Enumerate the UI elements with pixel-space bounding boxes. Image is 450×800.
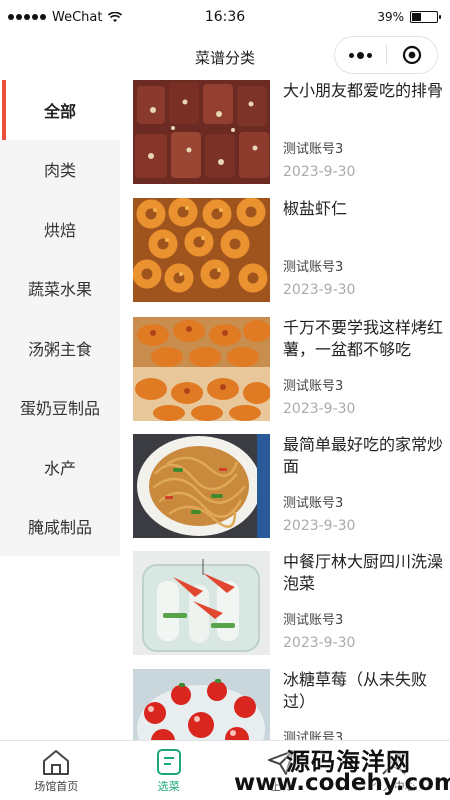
tab-home-label: 场馆首页 (34, 779, 79, 793)
recipe-thumbnail (133, 551, 270, 655)
recipe-info: 大小朋友都爱吃的排骨 测试账号3 2023-9-30 (270, 80, 448, 184)
page-title: 菜谱分类 (194, 48, 255, 67)
recipe-author: 测试账号3 (283, 260, 344, 275)
recipe-item[interactable]: 中餐厅林大厨四川洗澡泡菜 测试账号3 2023-9-30 (133, 551, 448, 655)
carrier-label: WeChat (52, 9, 103, 25)
sidebar-item-baking[interactable]: 烘焙 (0, 199, 120, 259)
recipe-info: 冰糖草莓（从未失败过） 测试账号3 (270, 669, 448, 740)
sidebar-item-vegetables-fruits[interactable]: 蔬菜水果 (0, 259, 120, 319)
recipe-date: 2023-9-30 (283, 518, 356, 534)
recipe-date: 2023-9-30 (283, 164, 356, 180)
recipe-title: 大小朋友都爱吃的排骨 (283, 81, 444, 100)
signal-icon (8, 14, 46, 20)
recipe-thumbnail (133, 317, 270, 421)
sidebar-item-meat[interactable]: 肉类 (0, 140, 120, 200)
recipe-thumbnail (133, 669, 270, 740)
recipe-author: 测试账号3 (283, 731, 344, 740)
target-close-icon (402, 45, 421, 65)
recipe-info: 中餐厅林大厨四川洗澡泡菜 测试账号3 2023-9-30 (270, 551, 448, 655)
sidebar-item-all[interactable]: 全部 (0, 80, 120, 140)
recipe-date: 2023-9-30 (283, 282, 356, 298)
tab-home[interactable]: 场馆首页 (0, 741, 113, 800)
home-icon (43, 749, 70, 775)
sidebar-item-egg-dairy-soy[interactable]: 蛋奶豆制品 (0, 378, 120, 438)
recipe-author: 测试账号3 (283, 142, 344, 157)
recipe-date: 2023-9-30 (283, 401, 356, 417)
sidebar-item-pickled[interactable]: 腌咸制品 (0, 497, 120, 557)
send-icon (268, 749, 295, 775)
recipe-info: 椒盐虾仁 测试账号3 2023-9-30 (270, 198, 448, 302)
category-sidebar: 全部 肉类 烘焙 蔬菜水果 汤粥主食 蛋奶豆制品 水产 腌咸制品 (0, 80, 120, 556)
recipe-item[interactable]: 椒盐虾仁 测试账号3 2023-9-30 (133, 198, 448, 302)
recipe-author: 测试账号3 (283, 379, 344, 394)
battery-icon (410, 11, 441, 23)
recipe-author: 测试账号3 (283, 496, 344, 511)
tab-recipes-label: 选菜 (157, 779, 180, 793)
more-button[interactable] (335, 37, 386, 73)
recipe-date: 2023-9-30 (283, 635, 356, 651)
tab-profile-label: 个人中心 (371, 779, 416, 793)
recipe-list: 大小朋友都爱吃的排骨 测试账号3 2023-9-30 椒盐虾仁 测试账号3 20… (126, 80, 450, 740)
sidebar-item-soup-staple[interactable]: 汤粥主食 (0, 318, 120, 378)
tab-profile[interactable]: 个人中心 (338, 741, 450, 800)
recipe-title: 最简单最好吃的家常炒面 (283, 435, 444, 476)
recipe-info: 千万不要学我这样烤红薯，一盆都不够吃 测试账号3 2023-9-30 (270, 317, 448, 421)
recipe-title: 中餐厅林大厨四川洗澡泡菜 (283, 552, 444, 593)
close-miniprogram-button[interactable] (387, 37, 438, 73)
recipe-item[interactable]: 千万不要学我这样烤红薯，一盆都不够吃 测试账号3 2023-9-30 (133, 317, 448, 421)
tab-upload-label: 上传 (270, 779, 293, 793)
battery-fill (412, 13, 421, 21)
battery-percent: 39% (377, 10, 404, 24)
recipe-thumbnail (133, 434, 270, 538)
recipe-item[interactable]: 最简单最好吃的家常炒面 测试账号3 2023-9-30 (133, 434, 448, 538)
recipe-thumbnail (133, 80, 270, 184)
status-left: WeChat (8, 9, 123, 25)
more-dots-icon (348, 51, 372, 59)
tab-upload[interactable]: 上传 (225, 741, 338, 800)
status-right: 39% (377, 10, 441, 24)
recipe-item[interactable]: 冰糖草莓（从未失败过） 测试账号3 (133, 669, 448, 740)
user-icon (381, 749, 406, 775)
capsule-menu (334, 36, 438, 74)
recipe-item[interactable]: 大小朋友都爱吃的排骨 测试账号3 2023-9-30 (133, 80, 448, 184)
recipe-author: 测试账号3 (283, 613, 344, 628)
recipe-title: 椒盐虾仁 (283, 199, 348, 218)
nav-bar: 菜谱分类 (0, 34, 450, 80)
sidebar-item-seafood[interactable]: 水产 (0, 437, 120, 497)
recipe-title: 冰糖草莓（从未失败过） (283, 670, 428, 711)
recipe-thumbnail (133, 198, 270, 302)
recipe-title: 千万不要学我这样烤红薯，一盆都不够吃 (283, 318, 444, 359)
status-bar: WeChat 16:36 39% (0, 0, 450, 34)
menu-doc-icon (156, 748, 181, 775)
bottom-tab-bar: 场馆首页 选菜 上传 个人中心 (0, 740, 450, 800)
wifi-icon (108, 11, 123, 22)
recipe-info: 最简单最好吃的家常炒面 测试账号3 2023-9-30 (270, 434, 448, 538)
tab-recipes[interactable]: 选菜 (113, 741, 226, 800)
